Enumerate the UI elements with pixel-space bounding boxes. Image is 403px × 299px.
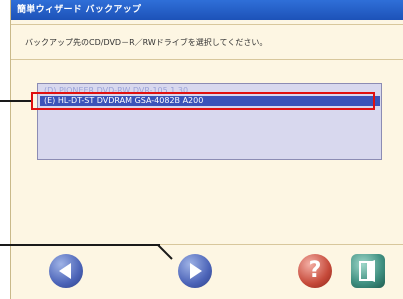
callout-line-next-diagonal: [157, 244, 173, 260]
callout-line-drive: [0, 100, 31, 102]
close-exit-icon: [359, 260, 375, 282]
wizard-window: 簡単ウィザード バックアップ バックアップ先のCD/DVD－R／RWドライブを選…: [10, 0, 403, 299]
window-title: 簡単ウィザード バックアップ: [11, 0, 403, 20]
instruction-text: バックアップ先のCD/DVD－R／RWドライブを選択してください。: [25, 38, 268, 47]
close-button[interactable]: [351, 254, 385, 288]
header-separator: [11, 24, 403, 25]
callout-line-next: [0, 244, 160, 246]
selected-drive-highlight: [31, 92, 375, 110]
next-button[interactable]: [178, 254, 212, 288]
back-button[interactable]: [49, 254, 83, 288]
next-arrow-icon: [190, 263, 202, 279]
back-arrow-icon: [59, 263, 71, 279]
help-button[interactable]: ?: [298, 254, 332, 288]
instruction-separator: [11, 59, 403, 60]
help-question-icon: ?: [308, 258, 322, 283]
